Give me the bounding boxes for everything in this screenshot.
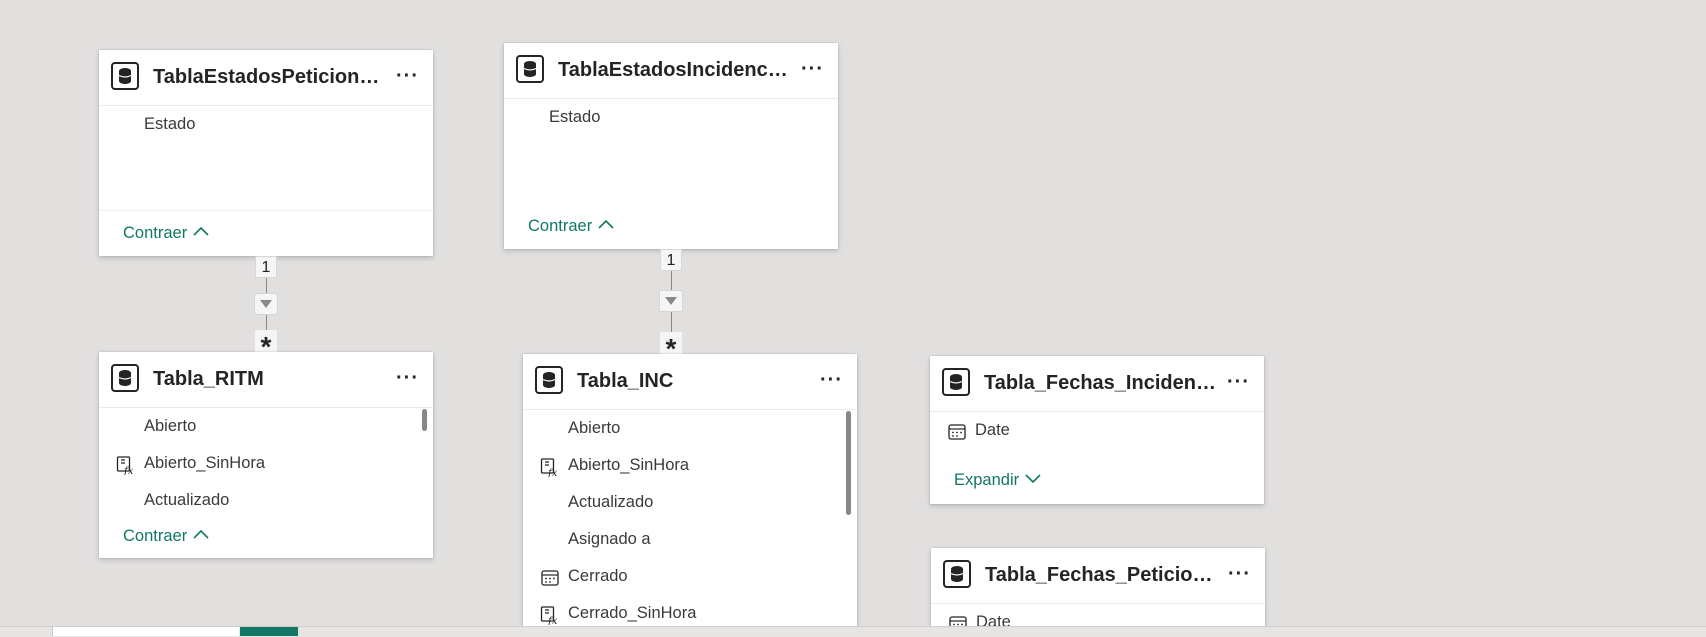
field-row[interactable]: fx Cerrado_SinHora: [523, 595, 857, 626]
field-label: Actualizado: [144, 491, 230, 509]
field-label: Cerrado: [568, 567, 628, 585]
field-label: Date: [975, 421, 1010, 439]
table-title: Tabla_Fechas_Incidencias: [984, 372, 1220, 394]
relationship-one-marker: 1: [660, 249, 682, 271]
relationship-line[interactable]: [266, 278, 267, 294]
more-options-button[interactable]: ···: [396, 352, 419, 404]
field-row[interactable]: Abierto: [523, 410, 857, 447]
field-label: Abierto: [568, 419, 621, 437]
table-card-fechas-incidencias[interactable]: Tabla_Fechas_Incidencias ··· Date Expand…: [930, 356, 1264, 504]
field-label: Estado: [549, 108, 601, 126]
relationship-many-marker: *: [255, 330, 277, 362]
table-title: TablaEstadosIncidencias...: [558, 59, 790, 81]
database-icon: [535, 366, 563, 394]
collapse-link[interactable]: Contraer: [528, 217, 615, 236]
database-icon: [111, 62, 139, 90]
svg-text:fx: fx: [123, 466, 134, 475]
field-label: Abierto_SinHora: [144, 454, 266, 472]
field-row[interactable]: Actualizado: [523, 484, 857, 521]
table-card-fechas-peticiones[interactable]: Tabla_Fechas_Peticiones ··· Date: [931, 548, 1265, 626]
field-row[interactable]: fx Abierto_SinHora: [523, 447, 857, 484]
table-title: Tabla_Fechas_Peticiones: [985, 564, 1221, 586]
calendar-icon: [541, 570, 559, 586]
field-row[interactable]: Date: [930, 412, 1264, 449]
page-tab[interactable]: [52, 627, 239, 636]
field-row[interactable]: Date: [931, 604, 1265, 626]
scrollbar[interactable]: [422, 409, 427, 431]
database-icon: [111, 364, 139, 392]
collapse-link[interactable]: Contraer: [123, 527, 210, 546]
field-row[interactable]: Cerrado: [523, 558, 857, 595]
field-label: Asignado a: [568, 530, 651, 548]
relationship-direction-arrow[interactable]: [254, 293, 278, 315]
database-icon: [942, 368, 970, 396]
collapse-link[interactable]: Contraer: [123, 224, 210, 243]
field-label: Date: [976, 613, 1011, 626]
field-row[interactable]: Abierto: [99, 408, 433, 445]
relationship-direction-arrow[interactable]: [659, 290, 683, 312]
field-row[interactable]: fx Abierto_SinHora: [99, 445, 433, 482]
relationship-line[interactable]: [671, 312, 672, 332]
card-header[interactable]: TablaEstadosPeticiones... ···: [99, 50, 433, 106]
chevron-up-icon: [193, 226, 209, 236]
card-header[interactable]: Tabla_Fechas_Incidencias ···: [930, 356, 1264, 412]
card-header[interactable]: Tabla_RITM ···: [99, 352, 433, 408]
svg-text:fx: fx: [547, 616, 558, 625]
relationship-one-marker: 1: [255, 256, 277, 278]
field-label: Abierto: [144, 417, 197, 435]
field-label: Abierto_SinHora: [568, 456, 690, 474]
card-header[interactable]: Tabla_INC ···: [523, 354, 857, 410]
calculated-column-icon: fx: [116, 456, 134, 475]
more-options-button[interactable]: ···: [801, 43, 824, 95]
field-row[interactable]: Estado: [99, 106, 433, 143]
table-card-estados-incidencias[interactable]: TablaEstadosIncidencias... ··· Estado Co…: [504, 43, 838, 249]
more-options-button[interactable]: ···: [1227, 356, 1250, 408]
field-label: Actualizado: [568, 493, 654, 511]
field-row[interactable]: Estado: [504, 99, 838, 136]
more-options-button[interactable]: ···: [396, 50, 419, 102]
svg-text:fx: fx: [547, 468, 558, 477]
chevron-up-icon: [193, 529, 209, 539]
card-header[interactable]: TablaEstadosIncidencias... ···: [504, 43, 838, 99]
field-label: Cerrado_SinHora: [568, 604, 697, 622]
relationship-many-marker: *: [660, 332, 682, 364]
field-label: Estado: [144, 115, 196, 133]
more-options-button[interactable]: ···: [1228, 548, 1251, 600]
relationship-line[interactable]: [671, 271, 672, 291]
calendar-icon: [948, 424, 966, 440]
field-row[interactable]: Actualizado: [99, 482, 433, 519]
database-icon: [943, 560, 971, 588]
table-title: Tabla_INC: [577, 370, 674, 392]
more-options-button[interactable]: ···: [820, 354, 843, 406]
table-title: TablaEstadosPeticiones...: [153, 66, 385, 88]
database-icon: [516, 55, 544, 83]
calendar-icon: [949, 616, 967, 626]
chevron-up-icon: [598, 219, 614, 229]
scrollbar[interactable]: [846, 411, 851, 515]
table-card-ritm[interactable]: Tabla_RITM ··· Abierto fx Abierto_SinHor…: [99, 352, 433, 558]
table-card-inc[interactable]: Tabla_INC ··· Abierto fx Abierto_SinHora…: [523, 354, 857, 626]
table-card-estados-peticiones[interactable]: TablaEstadosPeticiones... ··· Estado Con…: [99, 50, 433, 256]
chevron-down-icon: [1025, 474, 1041, 484]
table-title: Tabla_RITM: [153, 368, 264, 390]
calculated-column-icon: fx: [540, 606, 558, 625]
page-tab-active[interactable]: [240, 627, 298, 636]
field-row[interactable]: Asignado a: [523, 521, 857, 558]
calculated-column-icon: fx: [540, 458, 558, 477]
expand-link[interactable]: Expandir: [954, 471, 1042, 490]
card-header[interactable]: Tabla_Fechas_Peticiones ···: [931, 548, 1265, 604]
